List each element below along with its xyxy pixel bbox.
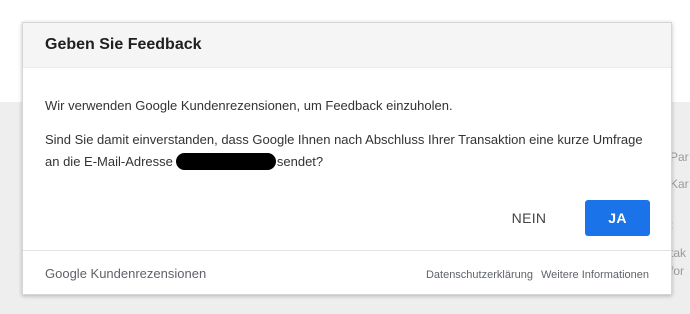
more-info-link[interactable]: Weitere Informationen [541,269,649,281]
footer-brand: Google Kundenrezensionen [45,266,207,281]
redacted-email [175,153,276,170]
background-text-fragment: tak [670,246,687,260]
background-text-fragment: Kar [670,177,689,191]
dialog-title: Geben Sie Feedback [45,36,202,53]
footer-divider [23,250,671,251]
consent-text-part2: sendet? [276,154,324,169]
consent-text: Sind Sie damit einverstanden, dass Googl… [45,129,649,173]
no-button[interactable]: NEIN [507,200,551,236]
footer-links: Datenschutzerklärung Weitere Informatione… [426,269,649,281]
background-text-fragment: Par [670,150,689,164]
feedback-dialog: Geben Sie Feedback Wir verwenden Google … [22,22,672,295]
background-text-fragment: for [670,264,685,278]
yes-button[interactable]: JA [585,200,650,236]
dialog-header: Geben Sie Feedback [23,23,671,68]
intro-text: Wir verwenden Google Kundenrezensionen, … [45,98,453,113]
privacy-link[interactable]: Datenschutzerklärung [426,269,533,281]
dialog-body: Wir verwenden Google Kundenrezensionen, … [23,68,671,173]
consent-text-part1: Sind Sie damit einverstanden, dass Googl… [45,132,643,169]
dialog-actions: NEIN JA [23,200,671,236]
